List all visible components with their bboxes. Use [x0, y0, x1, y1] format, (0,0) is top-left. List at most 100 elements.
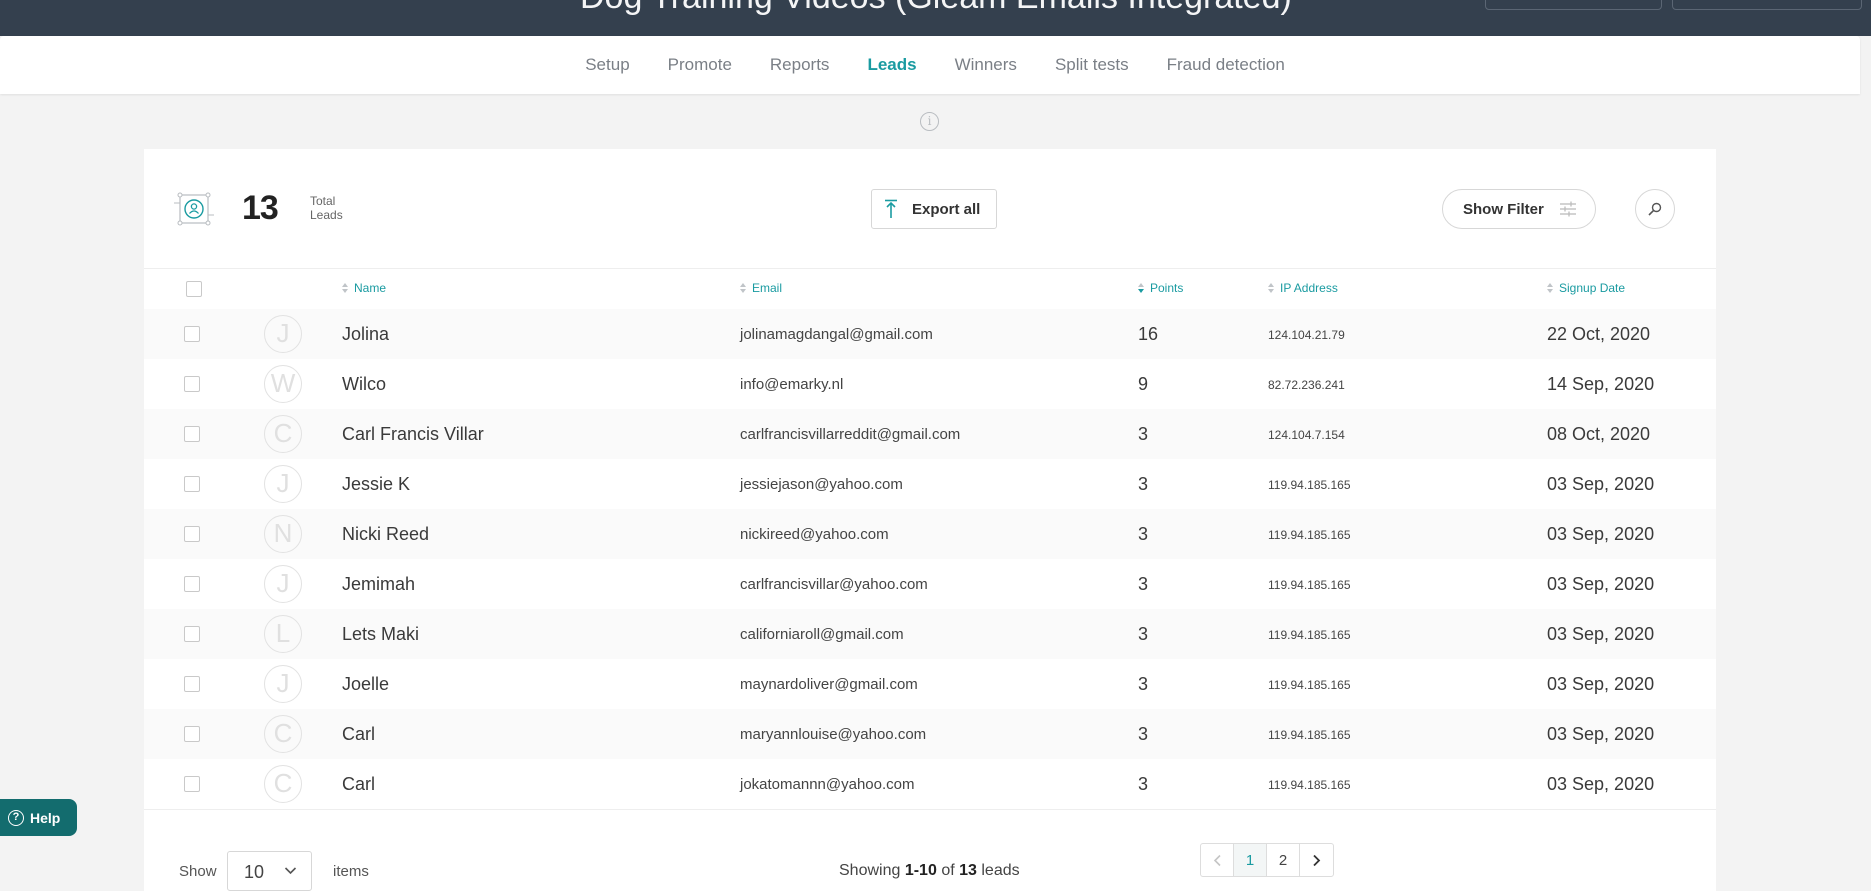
lead-email: info@emarky.nl — [740, 376, 844, 393]
table-row[interactable]: C Carl maryannlouise@yahoo.com 3 119.94.185.… — [144, 709, 1716, 759]
export-all-label: Export all — [912, 200, 981, 218]
avatar: N — [264, 515, 302, 553]
chevron-right-icon — [1313, 854, 1321, 866]
lead-signup-date: 03 Sep, 2020 — [1547, 724, 1655, 744]
column-header-points[interactable]: Points — [1138, 281, 1183, 295]
avatar: J — [264, 665, 302, 703]
lead-points: 3 — [1138, 474, 1149, 494]
lead-signup-date: 03 Sep, 2020 — [1547, 524, 1655, 544]
lead-name: Nicki Reed — [342, 524, 430, 544]
sort-icon — [342, 282, 349, 294]
search-button[interactable] — [1635, 189, 1675, 229]
lead-email: maryannlouise@yahoo.com — [740, 726, 927, 743]
table-row[interactable]: J Joelle maynardoliver@gmail.com 3 119.94.18… — [144, 659, 1716, 709]
table-row[interactable]: J Jessie K jessiejason@yahoo.com 3 119.94.18… — [144, 459, 1716, 509]
lead-name: Jessie K — [342, 474, 411, 494]
sort-desc-icon — [1138, 282, 1145, 294]
lead-ip: 82.72.236.241 — [1268, 378, 1345, 392]
avatar: J — [264, 465, 302, 503]
total-leads-label: Total Leads — [310, 194, 370, 222]
leads-table-body: J Jolina jolinamagdangal@gmail.com 16 124.10… — [144, 309, 1716, 809]
leads-user-icon — [174, 192, 214, 226]
show-filter-button[interactable]: Show Filter — [1442, 189, 1596, 229]
chevron-left-icon — [1213, 854, 1221, 866]
row-checkbox[interactable] — [184, 426, 200, 442]
lead-signup-date: 08 Oct, 2020 — [1547, 424, 1651, 444]
tab-setup[interactable]: Setup — [585, 55, 629, 75]
row-checkbox[interactable] — [184, 526, 200, 542]
page-size-value: 10 — [244, 862, 265, 882]
table-row[interactable]: C Carl jokatomannn@yahoo.com 3 119.94.185.16… — [144, 759, 1716, 809]
lead-name: Carl Francis Villar — [342, 424, 484, 444]
tab-split-tests[interactable]: Split tests — [1055, 55, 1129, 75]
row-checkbox[interactable] — [184, 726, 200, 742]
column-header-email-label: Email — [752, 281, 783, 295]
page-button-2[interactable]: 2 — [1267, 844, 1300, 876]
sort-icon — [740, 282, 747, 294]
column-header-ip-label: IP Address — [1280, 281, 1338, 295]
table-row[interactable]: J Jolina jolinamagdangal@gmail.com 16 124.10… — [144, 309, 1716, 359]
showing-summary: Showing 1-10 of 13 leads — [839, 862, 1020, 880]
lead-name: Lets Maki — [342, 624, 420, 644]
lead-ip: 124.104.7.154 — [1268, 428, 1345, 442]
prev-page-button[interactable] — [1201, 844, 1234, 876]
lead-email: jessiejason@yahoo.com — [740, 476, 903, 493]
lead-signup-date: 03 Sep, 2020 — [1547, 474, 1655, 494]
avatar: J — [264, 565, 302, 603]
lead-email: carlfrancisvillar@yahoo.com — [740, 576, 928, 593]
lead-points: 3 — [1138, 774, 1149, 794]
column-header-signup-date[interactable]: Signup Date — [1547, 281, 1625, 295]
select-all-checkbox[interactable] — [186, 281, 202, 297]
page-size-select[interactable]: 10 — [227, 851, 312, 891]
row-checkbox[interactable] — [184, 776, 200, 792]
tab-promote[interactable]: Promote — [668, 55, 732, 75]
info-icon[interactable]: i — [920, 112, 939, 131]
lead-points: 3 — [1138, 724, 1149, 744]
column-header-ip[interactable]: IP Address — [1268, 281, 1338, 295]
table-row[interactable]: W Wilco info@emarky.nl 9 82.72.236.241 14 Sep… — [144, 359, 1716, 409]
tab-winners[interactable]: Winners — [955, 55, 1017, 75]
avatar: W — [264, 365, 302, 403]
lead-points: 3 — [1138, 674, 1149, 694]
lead-ip: 119.94.185.165 — [1268, 478, 1351, 492]
table-row[interactable]: L Lets Maki californiaroll@gmail.com 3 119.9… — [144, 609, 1716, 659]
avatar: C — [264, 415, 302, 453]
row-checkbox[interactable] — [184, 576, 200, 592]
table-row[interactable]: C Carl Francis Villar carlfrancisvillarred… — [144, 409, 1716, 459]
lead-name: Wilco — [342, 374, 386, 394]
column-header-email[interactable]: Email — [740, 281, 782, 295]
row-checkbox[interactable] — [184, 626, 200, 642]
help-button[interactable]: ? Help — [0, 799, 77, 836]
header-button-2[interactable] — [1672, 0, 1862, 10]
tab-reports[interactable]: Reports — [770, 55, 830, 75]
export-all-button[interactable]: Export all — [871, 189, 997, 229]
leads-table-header: Name Email Points IP Address Signup Date — [144, 269, 1716, 309]
page-button-1[interactable]: 1 — [1234, 844, 1267, 876]
row-checkbox[interactable] — [184, 676, 200, 692]
lead-points: 3 — [1138, 574, 1149, 594]
table-footer: Show 10 items Showing 1-10 of 13 leads 1… — [144, 809, 1716, 891]
row-checkbox[interactable] — [184, 476, 200, 492]
next-page-button[interactable] — [1300, 844, 1333, 876]
header-button-1[interactable] — [1485, 0, 1662, 10]
column-header-signup-label: Signup Date — [1559, 281, 1626, 295]
column-header-name[interactable]: Name — [342, 281, 386, 295]
showing-of: of — [941, 862, 955, 879]
table-row[interactable]: J Jemimah carlfrancisvillar@yahoo.com 3 119.… — [144, 559, 1716, 609]
show-filter-label: Show Filter — [1463, 200, 1544, 218]
chevron-down-icon — [284, 867, 297, 875]
table-row[interactable]: N Nicki Reed nickireed@yahoo.com 3 119.94.18… — [144, 509, 1716, 559]
sort-icon — [1268, 282, 1275, 294]
leads-summary: 13 Total Leads Export all Show Filter — [144, 149, 1716, 269]
row-checkbox[interactable] — [184, 326, 200, 342]
lead-ip: 124.104.21.79 — [1268, 328, 1345, 342]
lead-points: 16 — [1138, 324, 1159, 344]
tab-fraud-detection[interactable]: Fraud detection — [1167, 55, 1285, 75]
lead-ip: 119.94.185.165 — [1268, 578, 1351, 592]
lead-ip: 119.94.185.165 — [1268, 728, 1351, 742]
column-header-name-label: Name — [354, 281, 387, 295]
lead-points: 9 — [1138, 374, 1149, 394]
tab-leads[interactable]: Leads — [867, 55, 916, 75]
lead-name: Carl — [342, 774, 376, 794]
row-checkbox[interactable] — [184, 376, 200, 392]
